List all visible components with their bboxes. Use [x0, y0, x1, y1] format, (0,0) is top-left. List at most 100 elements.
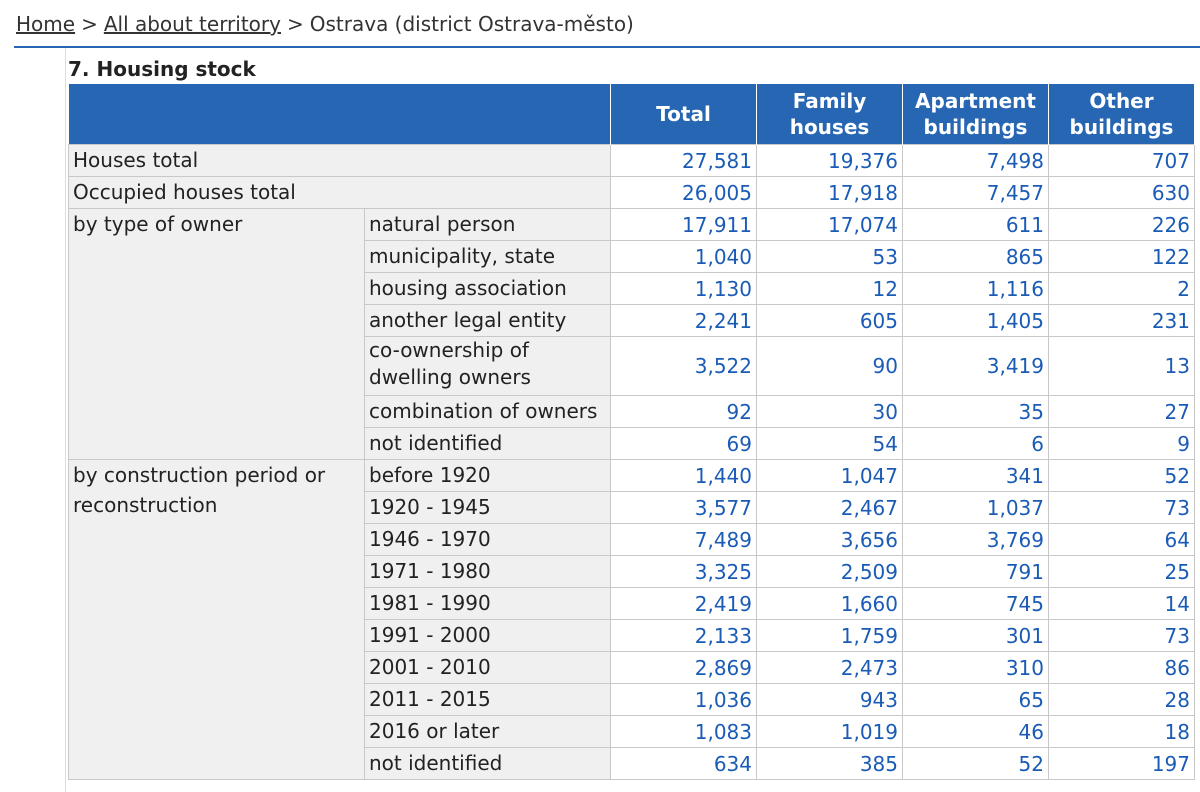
row-label: another legal entity: [364, 304, 611, 337]
row-label: Houses total: [68, 144, 611, 177]
value-family-houses: 605: [756, 304, 903, 337]
value-apartment-buildings: 341: [902, 459, 1049, 492]
row-label: before 1920: [364, 459, 611, 492]
value-family-houses: 2,467: [756, 491, 903, 524]
breadcrumb-home-link[interactable]: Home: [16, 12, 75, 36]
value-apartment-buildings: 1,405: [902, 304, 1049, 337]
value-family-houses: 943: [756, 683, 903, 716]
group-label: by construction period or reconstruction: [68, 459, 365, 780]
value-apartment-buildings: 865: [902, 240, 1049, 273]
value-total: 17,911: [610, 208, 757, 241]
value-other-buildings: 73: [1048, 491, 1195, 524]
value-family-houses: 19,376: [756, 144, 903, 177]
header-total: Total: [610, 84, 757, 145]
value-apartment-buildings: 1,037: [902, 491, 1049, 524]
value-other-buildings: 13: [1048, 336, 1195, 396]
value-other-buildings: 52: [1048, 459, 1195, 492]
value-apartment-buildings: 3,419: [902, 336, 1049, 396]
value-total: 3,577: [610, 491, 757, 524]
table-row: Occupied houses total 26,005 17,918 7,457 63…: [68, 176, 1195, 209]
value-apartment-buildings: 7,457: [902, 176, 1049, 209]
row-label: 1971 - 1980: [364, 555, 611, 588]
value-other-buildings: 64: [1048, 523, 1195, 556]
value-total: 3,325: [610, 555, 757, 588]
value-other-buildings: 18: [1048, 715, 1195, 748]
value-total: 26,005: [610, 176, 757, 209]
value-apartment-buildings: 1,116: [902, 272, 1049, 305]
row-label: municipality, state: [364, 240, 611, 273]
table-row: by type of owner natural person 17,911 17,0…: [68, 208, 1195, 460]
value-apartment-buildings: 65: [902, 683, 1049, 716]
section-title: 7. Housing stock: [68, 57, 256, 81]
value-apartment-buildings: 52: [902, 747, 1049, 780]
value-apartment-buildings: 301: [902, 619, 1049, 652]
value-total: 92: [610, 395, 757, 428]
value-apartment-buildings: 7,498: [902, 144, 1049, 177]
value-family-houses: 17,074: [756, 208, 903, 241]
value-other-buildings: 86: [1048, 651, 1195, 684]
row-label: 1920 - 1945: [364, 491, 611, 524]
value-total: 27,581: [610, 144, 757, 177]
value-family-houses: 2,473: [756, 651, 903, 684]
breadcrumb-separator: >: [81, 12, 98, 36]
value-total: 1,440: [610, 459, 757, 492]
value-family-houses: 53: [756, 240, 903, 273]
value-total: 69: [610, 427, 757, 460]
table-header-row: Total Family houses Apartment buildings …: [68, 84, 1195, 145]
row-label: 2011 - 2015: [364, 683, 611, 716]
header-blank-cell: [68, 84, 611, 145]
value-family-houses: 3,656: [756, 523, 903, 556]
value-other-buildings: 9: [1048, 427, 1195, 460]
breadcrumb-territory-link[interactable]: All about territory: [104, 12, 281, 36]
breadcrumb: Home > All about territory > Ostrava (distri…: [16, 9, 634, 39]
value-other-buildings: 122: [1048, 240, 1195, 273]
row-label: natural person: [364, 208, 611, 241]
table-body: Houses total 27,581 19,376 7,498 707 Occupied…: [68, 144, 1195, 780]
value-apartment-buildings: 46: [902, 715, 1049, 748]
value-other-buildings: 27: [1048, 395, 1195, 428]
row-label: not identified: [364, 747, 611, 780]
value-other-buildings: 2: [1048, 272, 1195, 305]
value-other-buildings: 226: [1048, 208, 1195, 241]
value-apartment-buildings: 6: [902, 427, 1049, 460]
value-family-houses: 1,047: [756, 459, 903, 492]
row-label: not identified: [364, 427, 611, 460]
value-total: 634: [610, 747, 757, 780]
value-other-buildings: 73: [1048, 619, 1195, 652]
row-label: 2016 or later: [364, 715, 611, 748]
value-total: 1,130: [610, 272, 757, 305]
value-total: 2,419: [610, 587, 757, 620]
value-family-houses: 2,509: [756, 555, 903, 588]
row-label: Occupied houses total: [68, 176, 611, 209]
row-label: 1991 - 2000: [364, 619, 611, 652]
value-total: 1,040: [610, 240, 757, 273]
value-family-houses: 1,019: [756, 715, 903, 748]
value-total: 2,133: [610, 619, 757, 652]
row-label: housing association: [364, 272, 611, 305]
value-total: 3,522: [610, 336, 757, 396]
value-family-houses: 12: [756, 272, 903, 305]
value-other-buildings: 28: [1048, 683, 1195, 716]
breadcrumb-current: Ostrava (district Ostrava-město): [309, 12, 634, 36]
value-total: 2,869: [610, 651, 757, 684]
row-label: 1981 - 1990: [364, 587, 611, 620]
content-left-border: [65, 48, 66, 792]
breadcrumb-divider: [14, 46, 1200, 48]
value-other-buildings: 630: [1048, 176, 1195, 209]
value-apartment-buildings: 310: [902, 651, 1049, 684]
value-total: 1,083: [610, 715, 757, 748]
value-family-houses: 17,918: [756, 176, 903, 209]
header-apartment-buildings: Apartment buildings: [902, 84, 1049, 145]
value-family-houses: 385: [756, 747, 903, 780]
row-label: co-ownership of dwelling owners: [364, 336, 611, 396]
value-total: 1,036: [610, 683, 757, 716]
row-label: 2001 - 2010: [364, 651, 611, 684]
header-family-houses: Family houses: [756, 84, 903, 145]
value-family-houses: 54: [756, 427, 903, 460]
group-label: by type of owner: [68, 208, 365, 460]
value-family-houses: 1,759: [756, 619, 903, 652]
row-label: 1946 - 1970: [364, 523, 611, 556]
value-apartment-buildings: 611: [902, 208, 1049, 241]
table-row: Houses total 27,581 19,376 7,498 707: [68, 144, 1195, 177]
value-family-houses: 1,660: [756, 587, 903, 620]
